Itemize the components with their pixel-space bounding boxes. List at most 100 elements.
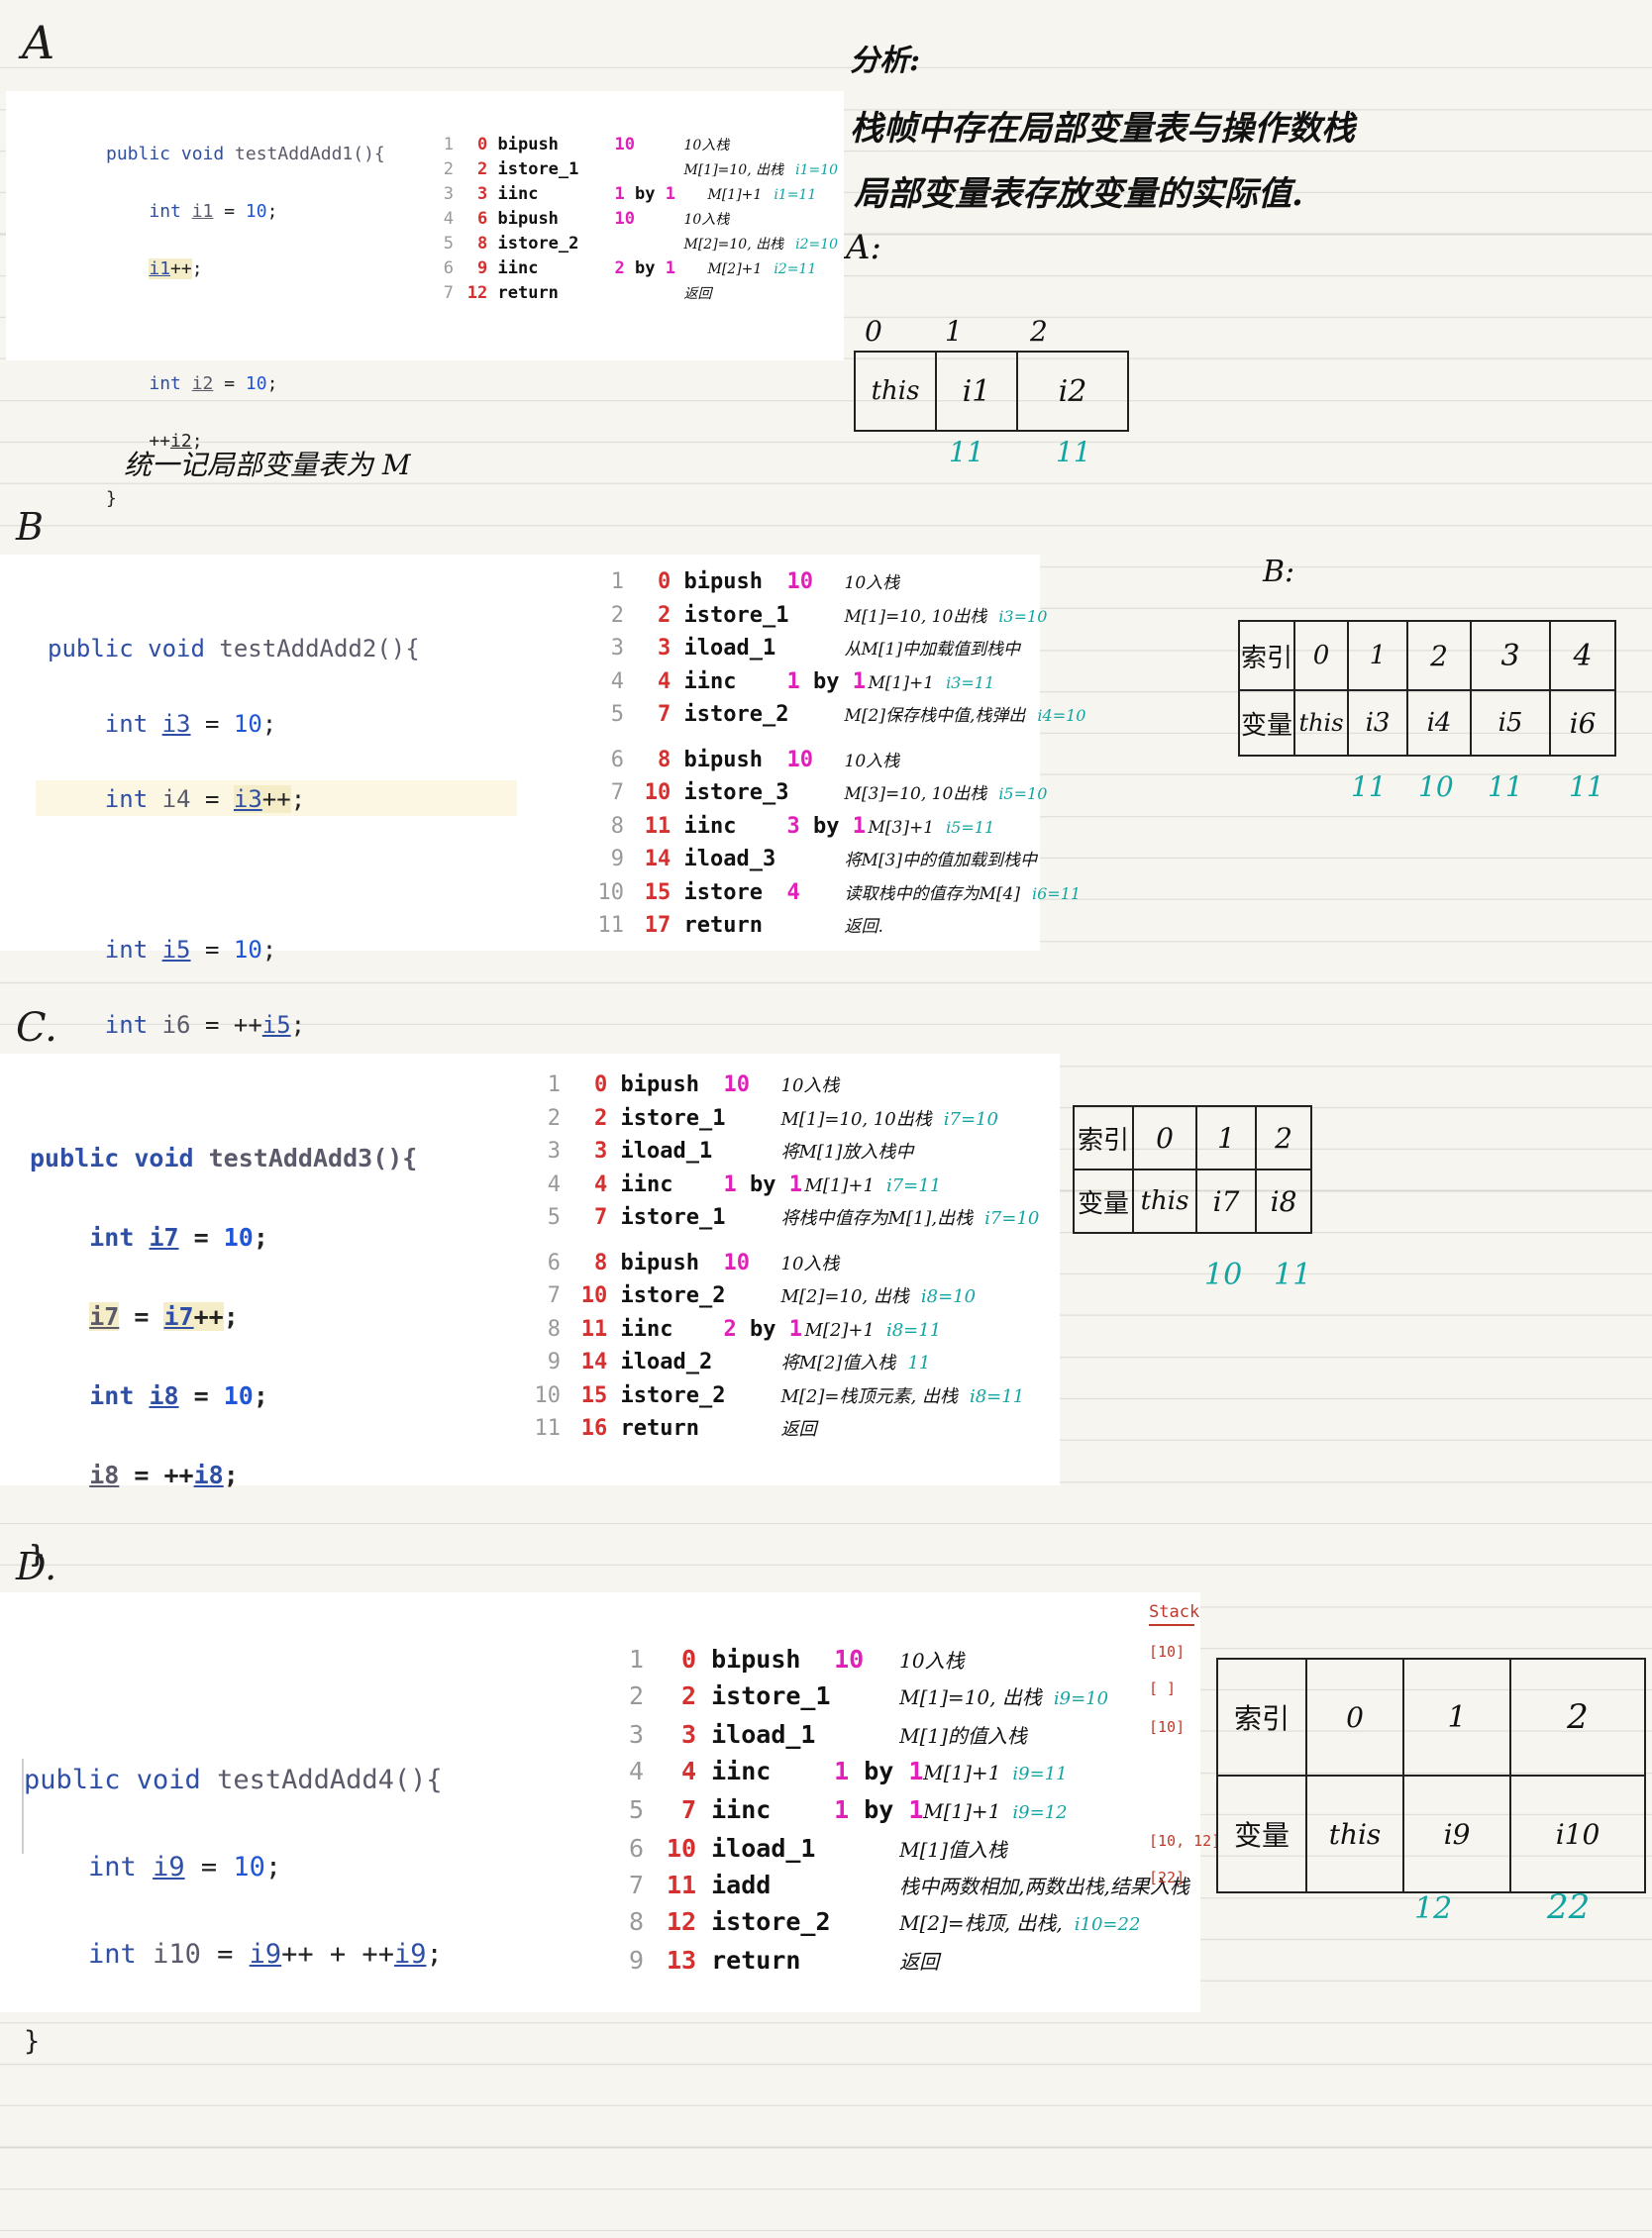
line-number: 2 xyxy=(547,1105,561,1131)
bytecode-row: 1 0 bipush 10 10入栈 xyxy=(432,133,838,157)
variable-value-note: i1=11 xyxy=(774,187,817,203)
code-block-a: public void testAddAdd1(){ int i1 = 10; … xyxy=(106,111,385,542)
code-line: int i7 = 10; xyxy=(89,1223,268,1252)
opcode: return xyxy=(620,1416,699,1441)
bytecode-offset: 2 xyxy=(594,1105,608,1131)
var-cell: i10 xyxy=(1509,1775,1646,1893)
handwritten-note: 10入栈 xyxy=(844,573,900,593)
line-number: 1 xyxy=(628,1645,644,1674)
opcode-args: 10 xyxy=(614,209,635,229)
line-number: 6 xyxy=(443,258,454,278)
handwritten-note: M[2]+1 xyxy=(804,1319,875,1341)
opcode: istore_1 xyxy=(683,602,789,628)
line-number: 6 xyxy=(610,747,624,772)
line-number: 6 xyxy=(547,1250,561,1275)
opcode: istore_3 xyxy=(683,780,789,805)
stack-arrow xyxy=(1149,1624,1194,1626)
variable-value-note: i1=10 xyxy=(795,162,839,178)
line-number: 5 xyxy=(628,1795,644,1824)
bytecode-row: 5 7 iinc 1 by 1M[1]+1 i9=12 xyxy=(614,1792,1189,1831)
line-number: 9 xyxy=(547,1350,561,1374)
handwritten-note: 将M[2]值入栈 xyxy=(780,1353,896,1373)
header-var: 变量 xyxy=(1238,689,1295,757)
var-cell: i7 xyxy=(1195,1169,1257,1234)
opcode: istore_1 xyxy=(711,1681,831,1710)
line-number: 5 xyxy=(610,702,624,727)
code-line: ++i2; xyxy=(106,431,203,452)
line-number: 10 xyxy=(534,1382,562,1408)
opcode-args: 4 xyxy=(786,879,800,905)
bytecode-row: 9 14 iload_3 将M[3]中的值加载到栈中 xyxy=(594,844,1085,877)
stack-state: [10] xyxy=(1149,1643,1186,1661)
code-line: int i2 = 10; xyxy=(149,373,278,394)
bytecode-row: 5 7 istore_2 M[2]保存栈中值,栈弹出 i4=10 xyxy=(594,699,1086,733)
handwritten-note: M[1]的值入栈 xyxy=(899,1724,1027,1748)
bytecode-offset: 11 xyxy=(666,1871,697,1899)
line-number: 8 xyxy=(610,813,624,839)
handwritten-note: M[2]保存栈中值,栈弹出 xyxy=(844,706,1026,726)
opcode-args: 10 xyxy=(614,135,635,154)
handwritten-note: 10入栈 xyxy=(780,1075,840,1096)
opcode: istore_2 xyxy=(620,1283,726,1308)
variable-value-note: i9=11 xyxy=(1012,1764,1068,1784)
opcode-args: 10 xyxy=(786,747,814,772)
opcode: bipush xyxy=(683,569,763,594)
header-var: 变量 xyxy=(1216,1775,1307,1893)
bytecode-offset: 11 xyxy=(580,1316,608,1342)
bytecode-offset: 10 xyxy=(644,780,671,805)
bytecode-offset: 3 xyxy=(681,1720,697,1749)
local-var-table-b: 索引 0 1 2 3 4 变量 this i3 i4 i5 i6 xyxy=(1238,620,1616,757)
opcode-args: 1 by 1 xyxy=(614,184,675,204)
bytecode-row: 3 3 iload_1 M[1]的值入栈 [10] xyxy=(614,1717,1189,1754)
opcode: istore_1 xyxy=(497,159,579,179)
header-index: 索引 xyxy=(1073,1105,1134,1170)
bytecode-offset: 0 xyxy=(681,1645,697,1674)
handwritten-note: 返回 xyxy=(683,286,712,302)
var-cell: this xyxy=(1132,1169,1197,1234)
var-final-value: 10 xyxy=(1418,770,1454,803)
bytecode-row: 9 14 iload_2 将M[2]值入栈 11 xyxy=(531,1347,1039,1380)
var-cell: i6 xyxy=(1549,689,1616,757)
handwritten-note: M[2]=栈顶, 出栈, xyxy=(899,1911,1063,1935)
code-line: public void testAddAdd2(){ xyxy=(48,635,420,662)
var-cell: this xyxy=(1293,689,1349,757)
variable-value-note: i3=10 xyxy=(998,606,1048,626)
var-cell: i9 xyxy=(1402,1775,1511,1893)
var-final-value: 10 xyxy=(1204,1258,1243,1292)
bytecode-offset: 0 xyxy=(594,1072,608,1097)
variable-value-note: i7=10 xyxy=(943,1108,998,1130)
index-cell: 2 xyxy=(1406,620,1472,691)
bytecode-offset: 10 xyxy=(580,1283,608,1308)
bytecode-offset: 7 xyxy=(594,1205,608,1230)
handwritten-note: 将M[3]中的值加载到栈中 xyxy=(844,851,1038,870)
bytecode-row: 1 0 bipush 10 10入栈 xyxy=(531,1069,1039,1103)
handwritten-note: M[1]+1 xyxy=(804,1174,875,1196)
bytecode-row: 2 2 istore_1 M[1]=10, 出栈 i1=10 xyxy=(432,157,838,182)
opcode: bipush xyxy=(620,1072,699,1097)
opcode: istore_2 xyxy=(711,1907,831,1936)
bytecode-offset: 14 xyxy=(644,847,671,871)
line-number: 3 xyxy=(443,184,454,204)
bytecode-row: 4 6 bipush 10 10入栈 xyxy=(432,207,838,232)
opcode: istore_1 xyxy=(620,1205,726,1230)
line-number: 8 xyxy=(547,1316,561,1342)
index-cell: 2 xyxy=(1509,1658,1646,1777)
analysis-label-a: A: xyxy=(846,228,882,267)
var-final-value: 11 xyxy=(949,436,984,468)
code-line: int i1 = 10; xyxy=(149,201,278,222)
var-cell: i4 xyxy=(1406,689,1472,757)
bytecode-row: 4 4 iinc 1 by 1M[1]+1 i9=11 xyxy=(614,1754,1189,1792)
code-line: public void testAddAdd3(){ xyxy=(30,1144,418,1172)
bytecode-row: 5 7 istore_1 将栈中值存为M[1],出栈 i7=10 xyxy=(531,1202,1040,1236)
opcode: bipush xyxy=(497,135,559,154)
bytecode-offset: 17 xyxy=(644,913,671,938)
opcode: iload_1 xyxy=(711,1834,816,1863)
analysis-title: 分析: xyxy=(850,44,921,78)
opcode: iload_1 xyxy=(620,1139,713,1164)
opcode: bipush xyxy=(711,1645,801,1674)
handwritten-note: M[2]=栈顶元素, 出栈 xyxy=(780,1385,958,1407)
variable-value-note: i8=10 xyxy=(920,1286,977,1307)
opcode-args: 10 xyxy=(786,569,814,594)
index-label: 1 xyxy=(945,315,963,348)
local-var-table-d: 索引 0 1 2 变量 this i9 i10 xyxy=(1216,1658,1646,1893)
